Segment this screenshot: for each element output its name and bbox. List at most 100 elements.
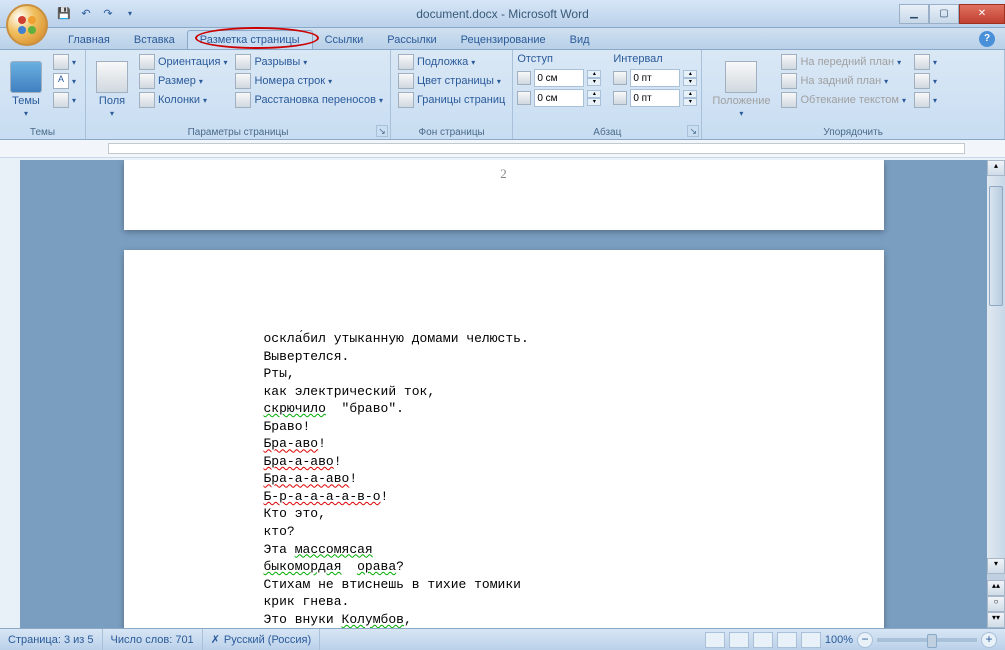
status-language[interactable]: ✗Русский (Россия)	[203, 629, 321, 650]
indent-right-spinner[interactable]: ▴▾	[587, 90, 601, 106]
document-text[interactable]: оскла́бил утыканную домами челюсть.Вывер…	[264, 330, 744, 628]
margins-label: Поля	[99, 95, 125, 107]
line-numbers-button[interactable]: Номера строк▾	[232, 72, 386, 90]
indent-left-spinner[interactable]: ▴▾	[587, 70, 601, 86]
page-color-button[interactable]: Цвет страницы▾	[395, 72, 508, 90]
web-layout-view-button[interactable]	[753, 632, 773, 648]
status-page[interactable]: Страница: 3 из 5	[0, 629, 103, 650]
line-numbers-icon	[235, 73, 251, 89]
columns-icon	[139, 92, 155, 108]
spacing-before-input[interactable]	[630, 69, 680, 87]
proofing-icon: ✗	[211, 633, 220, 646]
watermark-icon	[398, 54, 414, 70]
page-color-icon	[398, 73, 414, 89]
spacing-before-icon	[613, 71, 627, 85]
hyphenation-icon	[235, 92, 251, 108]
draft-view-button[interactable]	[801, 632, 821, 648]
margins-button[interactable]: Поля ▾	[90, 53, 134, 126]
group-objects-button: ▾	[911, 72, 940, 90]
maximize-button[interactable]: ▢	[929, 4, 959, 24]
next-page-button[interactable]: ▾▾	[987, 612, 1005, 628]
position-label: Положение	[712, 95, 770, 107]
tab-references[interactable]: Ссылки	[313, 31, 376, 49]
tab-review[interactable]: Рецензирование	[449, 31, 558, 49]
vertical-scrollbar[interactable]: ▴ ▾ ▴▴ ○ ▾▾	[987, 160, 1005, 628]
horizontal-ruler[interactable]	[0, 140, 1005, 158]
page-setup-launcher[interactable]: ↘	[376, 125, 388, 137]
size-icon	[139, 73, 155, 89]
zoom-in-button[interactable]: +	[981, 632, 997, 648]
ribbon-tabs: Главная Вставка Разметка страницы Ссылки…	[0, 28, 1005, 50]
page-borders-button[interactable]: Границы страниц	[395, 91, 508, 109]
spacing-header: Интервал	[613, 53, 697, 65]
paragraph-launcher[interactable]: ↘	[687, 125, 699, 137]
margins-icon	[96, 61, 128, 93]
send-back-button: На задний план▾	[778, 72, 909, 90]
office-button[interactable]	[6, 4, 48, 46]
text-wrap-icon	[781, 92, 797, 108]
minimize-button[interactable]: ▁	[899, 4, 929, 24]
zoom-out-button[interactable]: −	[857, 632, 873, 648]
spacing-before-spinner[interactable]: ▴▾	[683, 70, 697, 86]
theme-colors-button[interactable]: ▾	[50, 53, 79, 71]
full-screen-view-button[interactable]	[729, 632, 749, 648]
prev-page-button[interactable]: ▴▴	[987, 580, 1005, 596]
bring-front-icon	[781, 54, 797, 70]
breaks-button[interactable]: Разрывы▾	[232, 53, 386, 71]
status-word-count[interactable]: Число слов: 701	[103, 629, 203, 650]
scroll-down-button[interactable]: ▾	[987, 558, 1005, 574]
scroll-thumb[interactable]	[989, 186, 1003, 306]
scroll-up-button[interactable]: ▴	[987, 160, 1005, 176]
bring-front-button: На передний план▾	[778, 53, 909, 71]
redo-icon[interactable]: ↷	[100, 6, 116, 22]
indent-left-input[interactable]	[534, 69, 584, 87]
indent-left-icon	[517, 71, 531, 85]
hyphenation-button[interactable]: Расстановка переносов▾	[232, 91, 386, 109]
office-logo-icon	[15, 13, 39, 37]
qat-customize-icon[interactable]: ▾	[122, 6, 138, 22]
tab-insert[interactable]: Вставка	[122, 31, 187, 49]
text-wrap-button: Обтекание текстом▾	[778, 91, 909, 109]
size-button[interactable]: Размер▾	[136, 72, 230, 90]
page-current[interactable]: оскла́бил утыканную домами челюсть.Вывер…	[124, 250, 884, 628]
position-icon	[725, 61, 757, 93]
spacing-after-input[interactable]	[630, 89, 680, 107]
position-button: Положение ▾	[706, 53, 776, 126]
theme-effects-button[interactable]: ▾	[50, 91, 79, 109]
orientation-button[interactable]: Ориентация▾	[136, 53, 230, 71]
vertical-ruler[interactable]	[0, 160, 20, 628]
save-icon[interactable]: 💾	[56, 6, 72, 22]
fonts-icon: A	[53, 73, 69, 89]
rotate-button: ▾	[911, 91, 940, 109]
group-paragraph: Отступ ▴▾ ▴▾ Интервал ▴▾ ▴▾ Абзац ↘	[513, 50, 702, 139]
close-button[interactable]: ✕	[959, 4, 1005, 24]
zoom-level[interactable]: 100%	[825, 634, 853, 646]
spacing-after-spinner[interactable]: ▴▾	[683, 90, 697, 106]
effects-icon	[53, 92, 69, 108]
tab-view[interactable]: Вид	[558, 31, 602, 49]
page-number: 2	[124, 166, 884, 182]
ribbon: Темы ▾ ▾ A▾ ▾ Темы Поля ▾ Ориентация▾ Ра…	[0, 50, 1005, 140]
undo-icon[interactable]: ↶	[78, 6, 94, 22]
scroll-track[interactable]	[987, 176, 1005, 558]
orientation-icon	[139, 54, 155, 70]
outline-view-button[interactable]	[777, 632, 797, 648]
group-paragraph-label: Абзац	[517, 126, 697, 139]
columns-button[interactable]: Колонки▾	[136, 91, 230, 109]
indent-right-input[interactable]	[534, 89, 584, 107]
themes-button[interactable]: Темы ▾	[4, 53, 48, 126]
tab-home[interactable]: Главная	[56, 31, 122, 49]
status-bar: Страница: 3 из 5 Число слов: 701 ✗Русски…	[0, 628, 1005, 650]
theme-fonts-button[interactable]: A▾	[50, 72, 79, 90]
print-layout-view-button[interactable]	[705, 632, 725, 648]
group-themes: Темы ▾ ▾ A▾ ▾ Темы	[0, 50, 86, 139]
browse-object-button[interactable]: ○	[987, 596, 1005, 612]
zoom-slider[interactable]	[877, 638, 977, 642]
tab-mailings[interactable]: Рассылки	[375, 31, 448, 49]
document-scroll[interactable]: 2 оскла́бил утыканную домами челюсть.Выв…	[20, 160, 987, 628]
help-button[interactable]: ?	[979, 31, 995, 47]
page-previous-bottom: 2	[124, 160, 884, 230]
tab-page-layout[interactable]: Разметка страницы	[187, 30, 313, 49]
group-page-setup-label: Параметры страницы	[90, 126, 386, 139]
watermark-button[interactable]: Подложка▾	[395, 53, 508, 71]
